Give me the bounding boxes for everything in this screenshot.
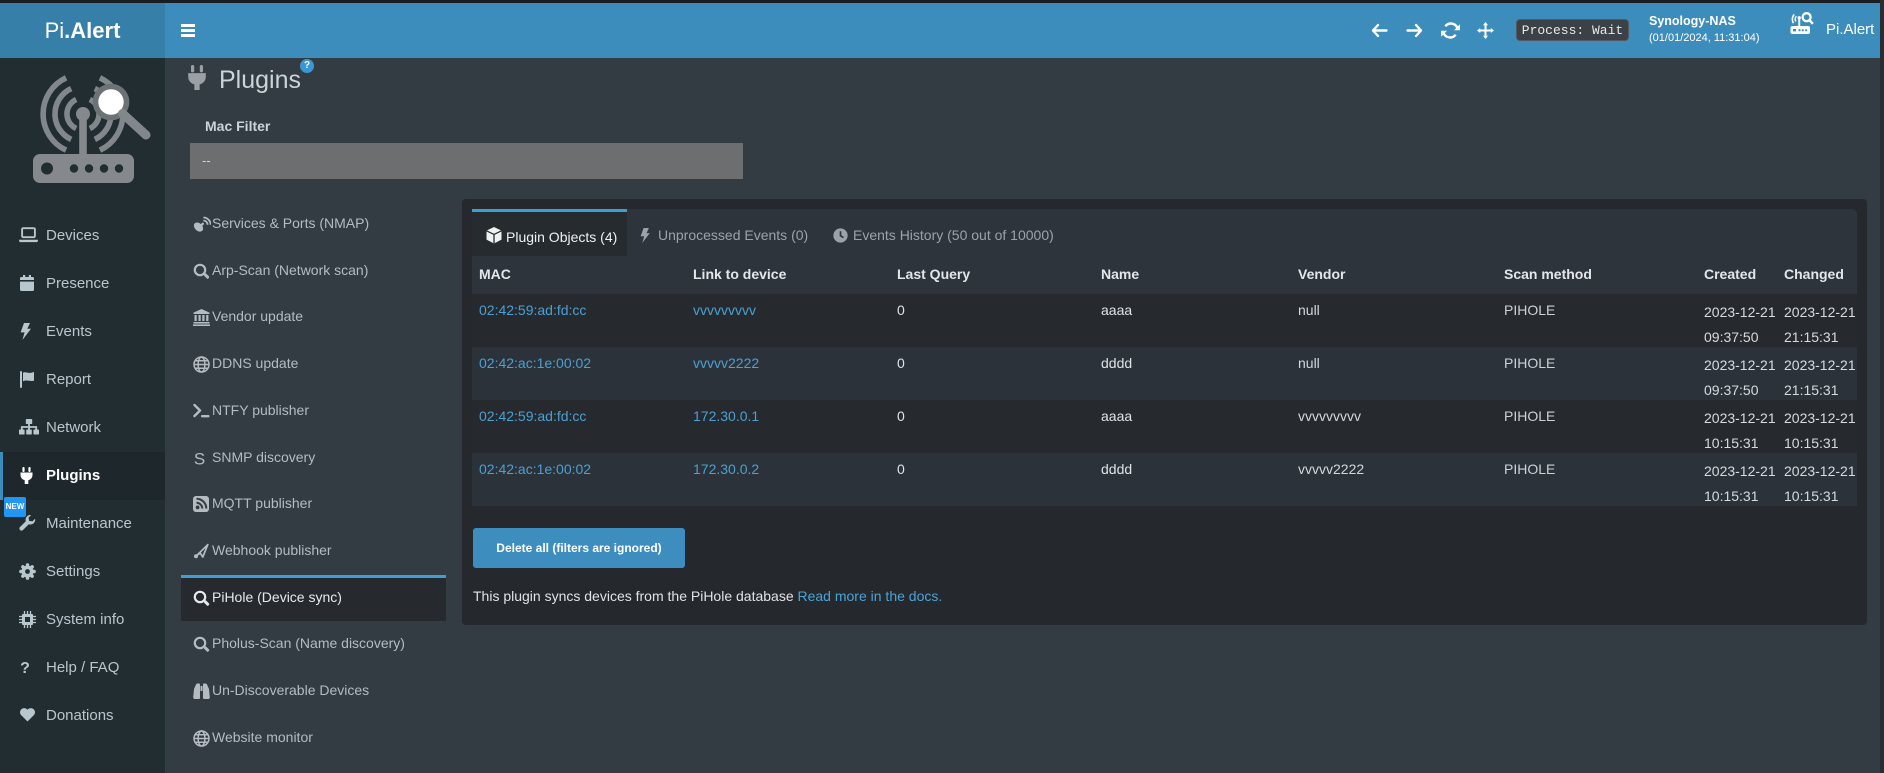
svg-text:S: S	[194, 450, 205, 467]
svg-text:?: ?	[20, 660, 30, 676]
